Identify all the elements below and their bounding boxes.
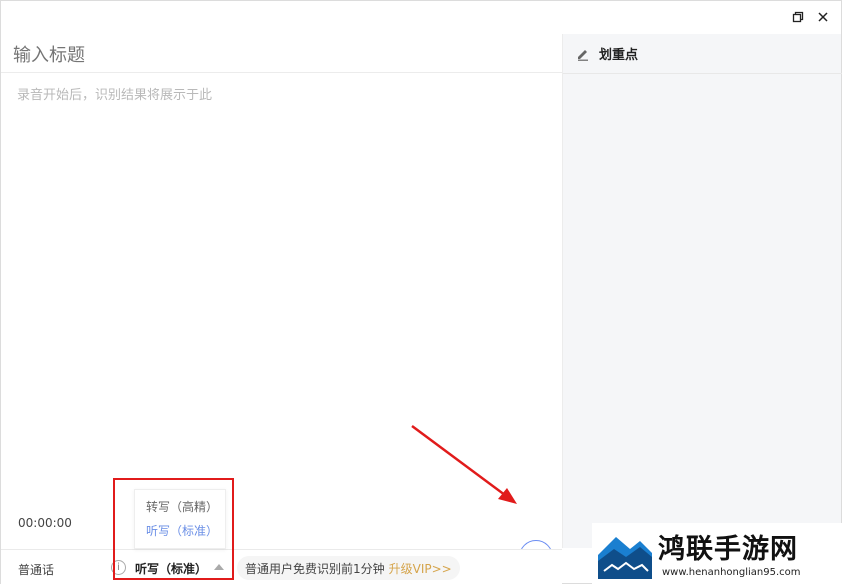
watermark-url: www.henanhonglian95.com [662,567,801,578]
highlights-panel: 划重点 [562,34,842,548]
bottom-bar: 普通话 i 听写（标准） 普通用户免费识别前1分钟 升级VIP>> [1,549,562,584]
watermark-logo-icon [596,525,654,581]
close-icon[interactable] [815,9,831,25]
annotation-arrow [411,424,517,504]
pen-icon [575,46,591,62]
upgrade-vip-link[interactable]: 升级VIP>> [389,560,452,577]
highlights-header[interactable]: 划重点 [563,34,842,74]
record-timer: 00:00:00 [18,516,72,530]
highlights-title: 划重点 [599,48,639,63]
free-notice: 普通用户免费识别前1分钟 升级VIP>> [237,556,460,580]
title-bar [1,1,841,34]
content-placeholder[interactable]: 录音开始后，识别结果将展示于此 [17,84,212,103]
app-window: 录音开始后，识别结果将展示于此 00:00:00 划重点 普通话 i 听写（标准… [0,0,842,584]
divider [1,72,562,73]
restore-icon[interactable] [790,9,806,25]
annotation-box [113,478,234,580]
watermark-text: 鸿联手游网 [658,534,798,565]
language-select[interactable]: 普通话 [18,561,54,578]
notice-text: 普通用户免费识别前1分钟 [245,561,385,576]
title-input[interactable] [13,42,543,68]
watermark: 鸿联手游网 www.henanhonglian95.com [592,523,842,584]
